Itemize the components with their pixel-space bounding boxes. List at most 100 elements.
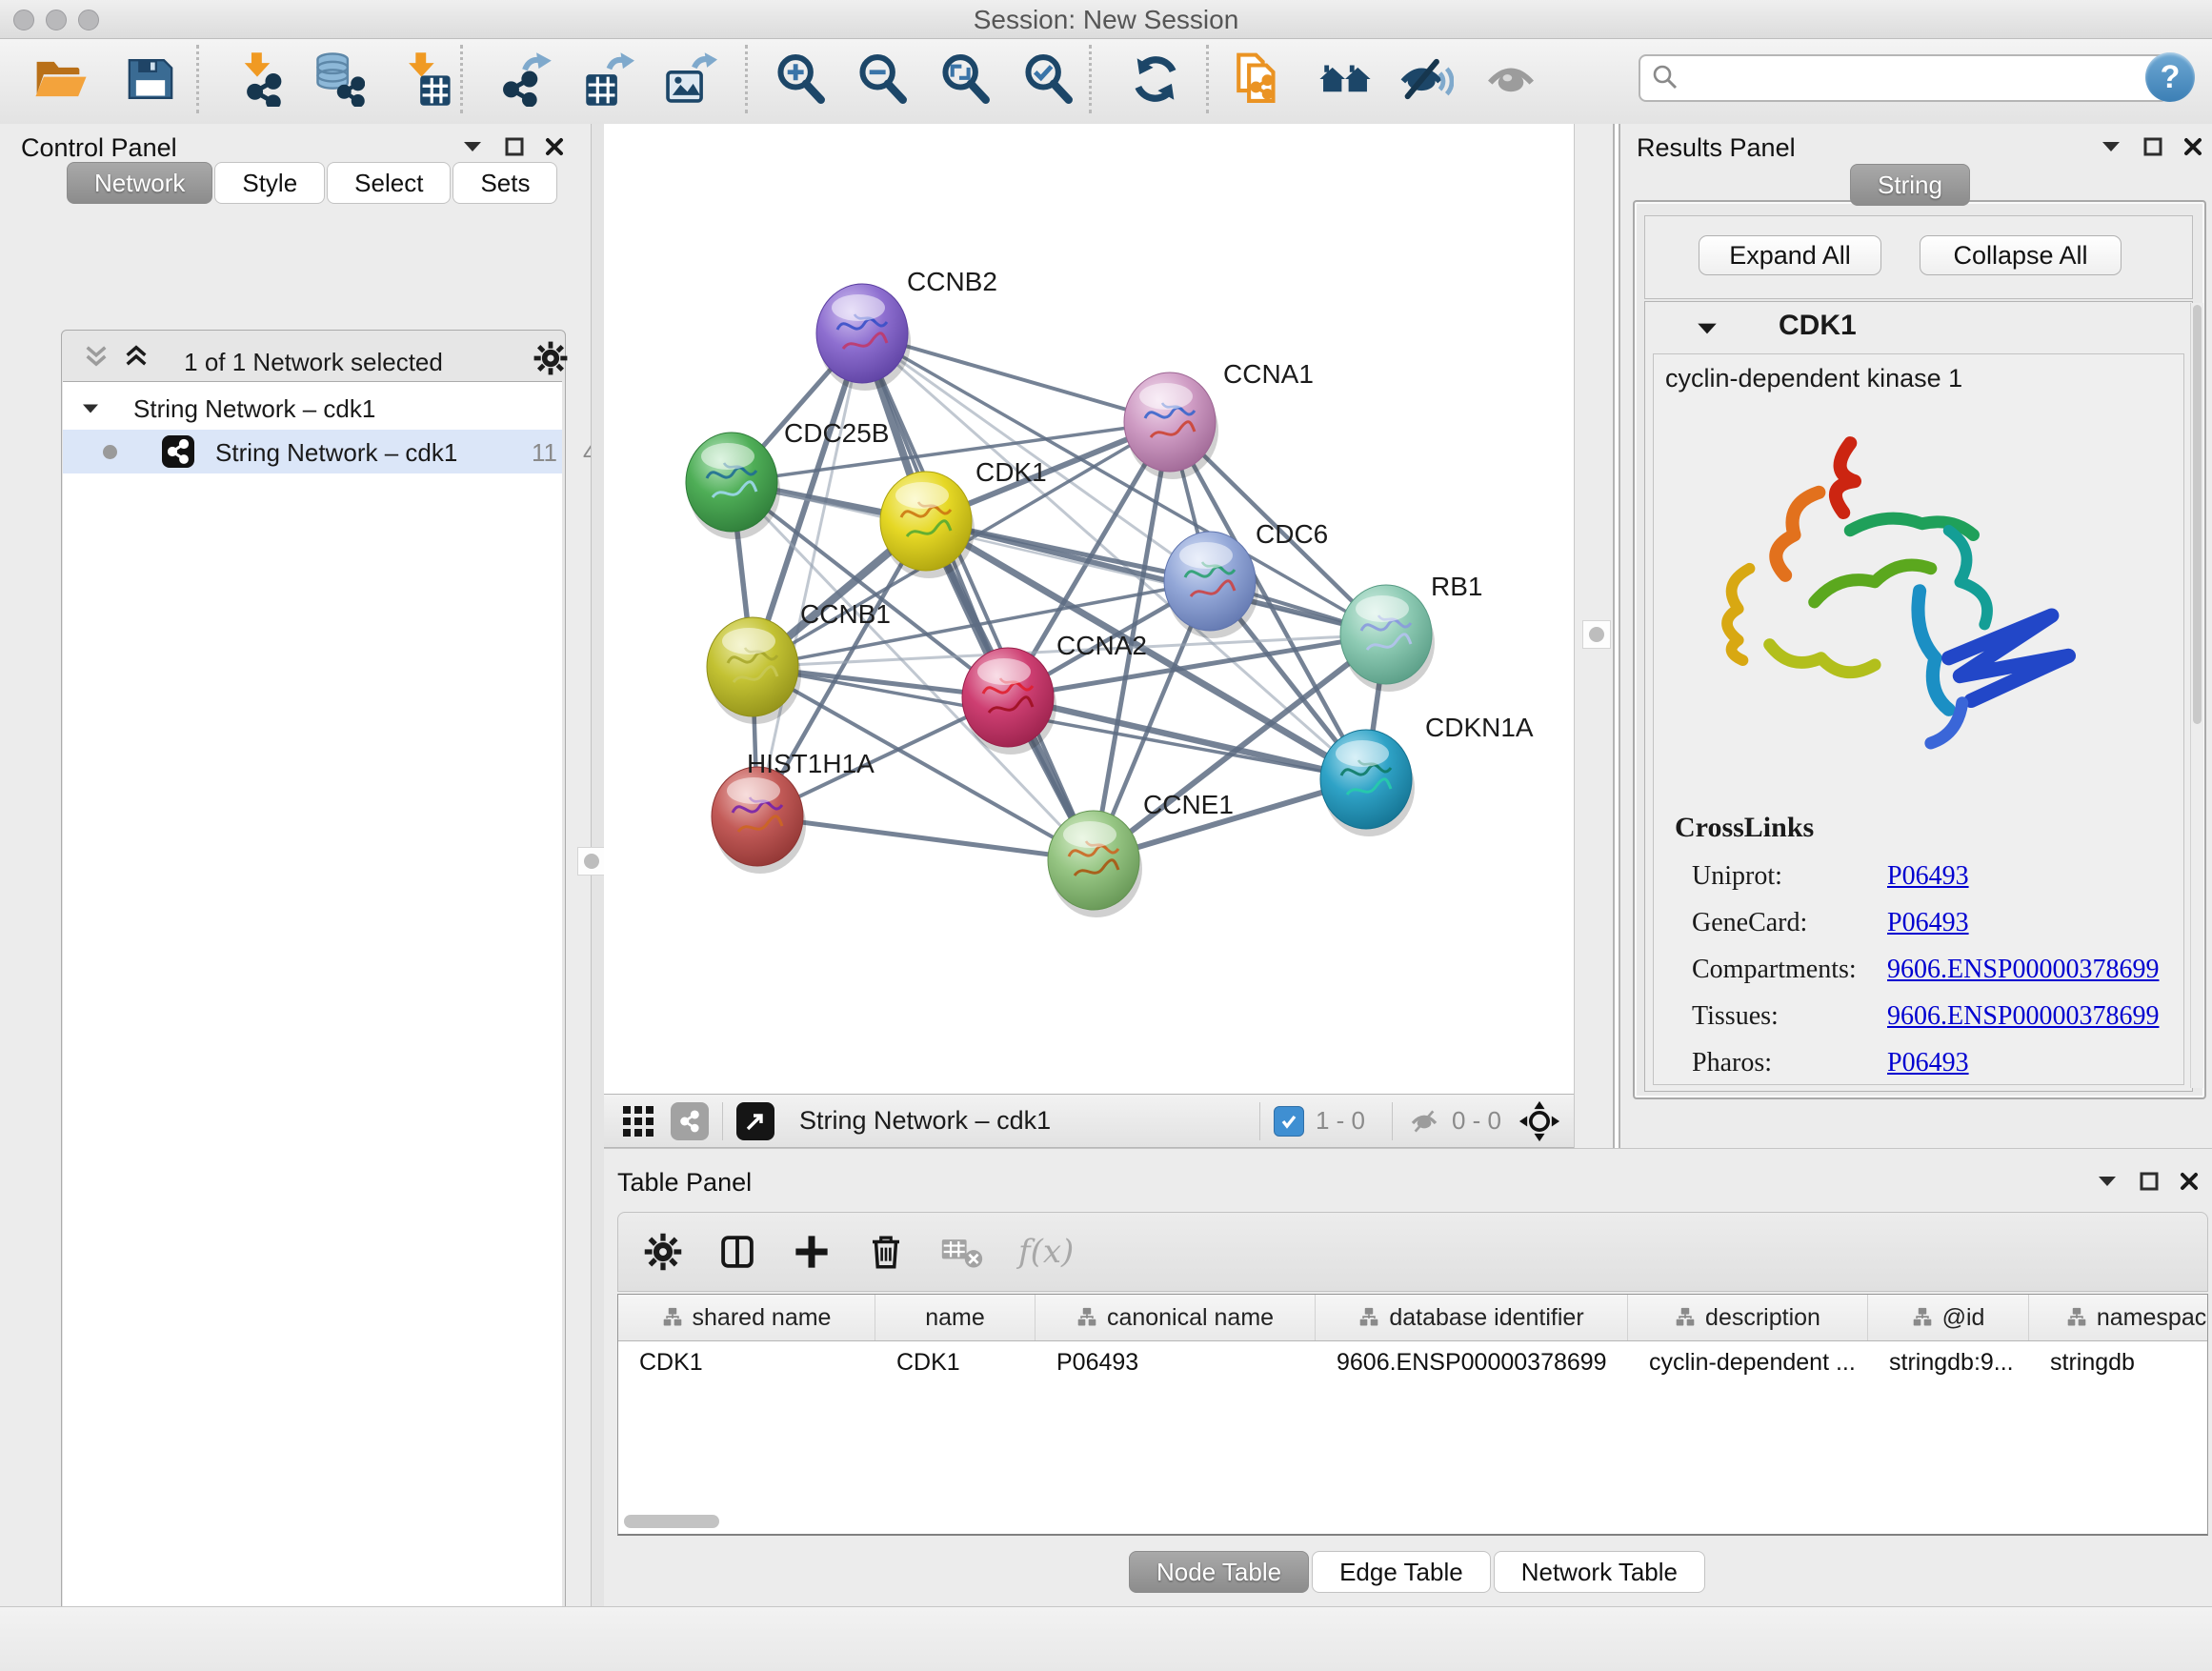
export-table-button[interactable] <box>576 49 637 110</box>
edge-CCNB2-HIST1H1A[interactable] <box>757 333 862 816</box>
export-image-button[interactable] <box>659 49 720 110</box>
network-view-mode-button[interactable] <box>671 1102 709 1140</box>
tab-edge-table[interactable]: Edge Table <box>1312 1551 1491 1593</box>
column-header-@id[interactable]: @id <box>1868 1295 2029 1340</box>
search-input[interactable] <box>1639 54 2168 102</box>
close-panel-icon[interactable] <box>2183 137 2202 156</box>
panel-menu-icon[interactable] <box>461 138 484 155</box>
network-collection-row[interactable]: String Network – cdk1 1 <box>63 388 562 430</box>
float-panel-icon[interactable] <box>2143 137 2162 156</box>
network-canvas[interactable]: CCNB2CCNA1CDC25BCDK1CDC6RB1CCNB1CCNA2CDK… <box>604 124 1574 1094</box>
selected-checkbox[interactable] <box>1274 1106 1304 1137</box>
table-cell[interactable]: CDK1 <box>618 1349 875 1377</box>
network-options-gear-icon[interactable] <box>533 340 569 376</box>
toolbar-separator <box>1089 45 1092 113</box>
import-table-button[interactable] <box>394 49 455 110</box>
table-cell[interactable]: 9606.ENSP00000378699 <box>1316 1349 1628 1377</box>
eye-show-icon <box>1483 51 1538 107</box>
column-type-icon <box>1076 1307 1097 1328</box>
results-scrollbar-thumb[interactable] <box>2193 305 2202 724</box>
node-CDC25B[interactable] <box>686 433 780 539</box>
column-header-database-identifier[interactable]: database identifier <box>1316 1295 1628 1340</box>
crosslink-value-link[interactable]: P06493 <box>1887 908 1969 938</box>
show-all-button[interactable] <box>1480 49 1541 110</box>
first-neighbors-button[interactable] <box>1315 49 1376 110</box>
external-link-icon <box>743 1109 768 1134</box>
panel-menu-icon[interactable] <box>2100 138 2122 155</box>
zoom-in-button[interactable] <box>770 49 831 110</box>
column-header-canonical-name[interactable]: canonical name <box>1036 1295 1316 1340</box>
tab-sets[interactable]: Sets <box>452 162 557 204</box>
crosslink-label: Compartments: <box>1692 955 1887 985</box>
column-header-description[interactable]: description <box>1628 1295 1868 1340</box>
tab-node-table[interactable]: Node Table <box>1129 1551 1309 1593</box>
float-panel-icon[interactable] <box>505 137 524 156</box>
panel-menu-icon[interactable] <box>2096 1173 2119 1190</box>
column-header-namespace[interactable]: namespace <box>2029 1295 2208 1340</box>
table-row[interactable]: CDK1CDK1P064939606.ENSP00000378699cyclin… <box>618 1341 2207 1383</box>
export-network-button[interactable] <box>494 49 555 110</box>
table-options-gear-icon[interactable] <box>643 1232 683 1272</box>
table-cell[interactable]: cyclin-dependent ... <box>1628 1349 1868 1377</box>
float-panel-icon[interactable] <box>2140 1172 2159 1191</box>
network-graph: CCNB2CCNA1CDC25BCDK1CDC6RB1CCNB1CCNA2CDK… <box>604 124 1574 1094</box>
zoom-out-button[interactable] <box>852 49 913 110</box>
expand-all-button[interactable]: Expand All <box>1699 235 1881 275</box>
tab-network[interactable]: Network <box>67 162 212 204</box>
network-row-selected[interactable]: String Network – cdk1 11 48 <box>63 430 562 473</box>
tab-string[interactable]: String <box>1850 164 1970 206</box>
zoom-fit-button[interactable] <box>935 49 995 110</box>
crosslink-value-link[interactable]: 9606.ENSP00000378699 <box>1887 955 2159 985</box>
toolbar-separator <box>1206 45 1209 113</box>
table-cell[interactable]: stringdb <box>2029 1349 2208 1377</box>
splitter-handle[interactable] <box>577 847 606 876</box>
node-CDK1[interactable] <box>880 472 975 578</box>
edge-HIST1H1A-CCNE1[interactable] <box>757 816 1094 860</box>
table-cell[interactable]: stringdb:9... <box>1868 1349 2029 1377</box>
crosslink-value-link[interactable]: P06493 <box>1887 861 1969 892</box>
results-scrollbar-track[interactable] <box>2190 303 2203 1088</box>
refresh-layout-button[interactable] <box>1125 49 1186 110</box>
grid-view-icon[interactable] <box>621 1104 655 1138</box>
control-panel: Control Panel NetworkStyleSelectSets 1 o… <box>0 124 591 1606</box>
node-RB1[interactable] <box>1340 585 1435 692</box>
crosslink-value-link[interactable]: 9606.ENSP00000378699 <box>1887 1001 2159 1032</box>
show-columns-icon[interactable] <box>717 1232 757 1272</box>
crosslink-value-link[interactable]: P06493 <box>1887 1048 1969 1078</box>
tab-style[interactable]: Style <box>214 162 325 204</box>
zoom-selected-button[interactable] <box>1017 49 1078 110</box>
toolbar-divider <box>1259 1102 1260 1140</box>
node-CDC6[interactable] <box>1164 532 1258 638</box>
clone-network-button[interactable] <box>1229 49 1290 110</box>
save-session-button[interactable] <box>120 49 181 110</box>
tree-expand-icon[interactable] <box>80 401 101 416</box>
tab-select[interactable]: Select <box>327 162 451 204</box>
node-CCNE1[interactable] <box>1048 811 1142 917</box>
close-panel-icon[interactable] <box>2180 1172 2199 1191</box>
import-network-file-button[interactable] <box>227 49 288 110</box>
section-collapse-icon[interactable] <box>1695 319 1719 338</box>
node-HIST1H1A[interactable] <box>712 767 806 874</box>
import-network-database-button[interactable] <box>307 49 368 110</box>
detach-view-button[interactable] <box>736 1102 774 1140</box>
close-panel-icon[interactable] <box>545 137 564 156</box>
delete-column-icon[interactable] <box>866 1232 906 1272</box>
table-cell[interactable]: CDK1 <box>875 1349 1036 1377</box>
open-session-button[interactable] <box>30 49 91 110</box>
table-hscrollbar-thumb[interactable] <box>624 1515 719 1528</box>
collapse-all-button[interactable]: Collapse All <box>1920 235 2122 275</box>
add-column-icon[interactable] <box>792 1232 832 1272</box>
node-CDKN1A[interactable] <box>1320 730 1415 836</box>
node-CCNB2[interactable] <box>816 284 911 391</box>
birdseye-crosshair-icon[interactable] <box>1518 1100 1560 1142</box>
gene-description: cyclin-dependent kinase 1 <box>1665 364 1962 393</box>
tab-network-table[interactable]: Network Table <box>1494 1551 1705 1593</box>
node-CCNA1[interactable] <box>1124 372 1218 479</box>
column-header-name[interactable]: name <box>875 1295 1036 1340</box>
hide-selection-button[interactable] <box>1396 49 1457 110</box>
help-button[interactable]: ? <box>2145 52 2195 102</box>
splitter-handle[interactable] <box>1582 620 1611 649</box>
column-header-shared-name[interactable]: shared name <box>618 1295 875 1340</box>
table-cell[interactable]: P06493 <box>1036 1349 1316 1377</box>
gene-name: CDK1 <box>1779 310 1857 342</box>
